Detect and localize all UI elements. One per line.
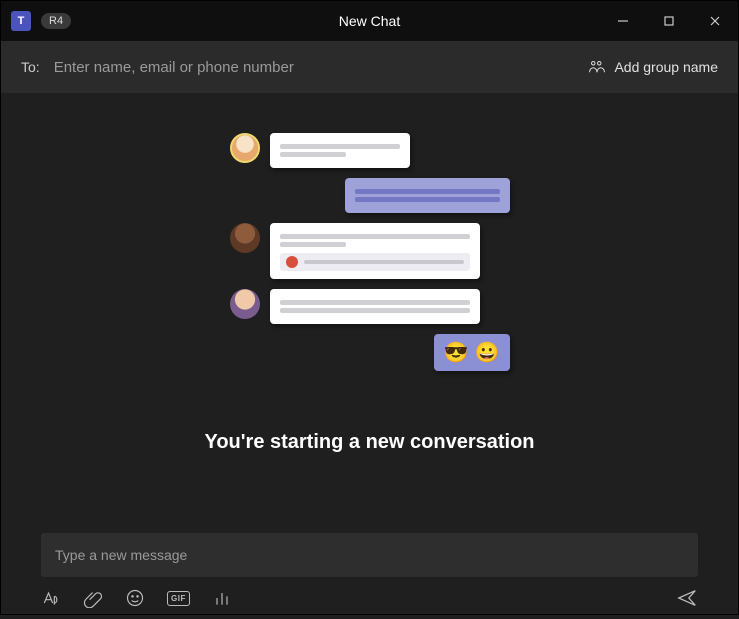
- recipient-bar: To: Add group name: [1, 41, 738, 93]
- send-icon: [676, 587, 698, 609]
- close-icon: [709, 15, 721, 27]
- maximize-button[interactable]: [646, 1, 692, 41]
- poll-icon: [212, 588, 232, 608]
- version-badge: R4: [41, 13, 71, 29]
- attach-button[interactable]: [83, 588, 103, 608]
- send-button[interactable]: [676, 587, 698, 609]
- teams-logo-icon: T: [11, 11, 31, 31]
- emoji-icon: [125, 588, 145, 608]
- paperclip-icon: [83, 588, 103, 608]
- attachment-preview: [280, 253, 470, 271]
- compose-area: [1, 533, 738, 577]
- title-bar: T R4 New Chat: [1, 1, 738, 41]
- avatar-icon: [230, 133, 260, 163]
- group-icon: [588, 59, 606, 75]
- new-conversation-heading: You're starting a new conversation: [204, 431, 534, 454]
- emoji-smile-icon: 😀: [475, 340, 500, 365]
- add-group-name-label: Add group name: [614, 59, 718, 75]
- compose-toolbar: GIF: [1, 577, 738, 619]
- avatar-icon: [230, 289, 260, 319]
- conversation-illustration: 😎 😀: [230, 133, 510, 381]
- format-button[interactable]: [41, 588, 61, 608]
- emoji-bubble: 😎 😀: [434, 334, 510, 371]
- file-icon: [286, 256, 298, 268]
- minimize-button[interactable]: [600, 1, 646, 41]
- gif-button[interactable]: GIF: [167, 591, 190, 606]
- message-bubble-self: [345, 178, 510, 213]
- minimize-icon: [617, 15, 629, 27]
- emoji-button[interactable]: [125, 588, 145, 608]
- main-area: 😎 😀 You're starting a new conversation: [1, 93, 738, 533]
- message-compose-box[interactable]: [41, 533, 698, 577]
- add-group-name-button[interactable]: Add group name: [588, 59, 718, 75]
- maximize-icon: [663, 15, 675, 27]
- window-controls: [600, 1, 738, 41]
- message-bubble: [270, 289, 480, 324]
- poll-button[interactable]: [212, 588, 232, 608]
- format-icon: [41, 588, 61, 608]
- to-label: To:: [21, 59, 40, 75]
- message-input[interactable]: [55, 547, 684, 563]
- emoji-sunglasses-icon: 😎: [444, 340, 469, 365]
- message-bubble: [270, 223, 480, 279]
- recipient-input[interactable]: [54, 59, 575, 76]
- gif-icon: GIF: [167, 591, 190, 606]
- close-button[interactable]: [692, 1, 738, 41]
- message-bubble: [270, 133, 410, 168]
- avatar-icon: [230, 223, 260, 253]
